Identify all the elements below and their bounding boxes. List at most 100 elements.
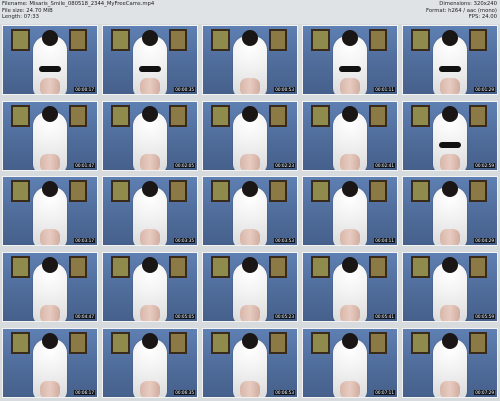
person-head (242, 257, 258, 274)
wall-picture-right (269, 180, 287, 203)
person-head (42, 30, 58, 46)
person-legs (340, 229, 360, 246)
wall-picture-left (111, 331, 130, 354)
person-head (342, 257, 358, 274)
thumbnail-timestamp: 00:05:59 (474, 314, 495, 320)
wall-picture-left (411, 104, 430, 127)
wall-picture-left (11, 29, 30, 51)
thumbnail[interactable]: 00:04:11 (302, 176, 398, 247)
thumbnail[interactable]: 00:05:05 (102, 252, 198, 323)
person-head (42, 105, 58, 122)
wall-picture-right (169, 29, 187, 51)
wall-picture-left (211, 331, 230, 354)
thumbnail[interactable]: 00:00:17 (2, 25, 98, 95)
wall-picture-left (11, 256, 30, 279)
thumbnail[interactable]: 00:01:47 (2, 100, 98, 171)
person-head (442, 332, 458, 349)
thumbnail[interactable]: 00:03:35 (102, 176, 198, 247)
underwear (439, 141, 461, 148)
wall-picture-right (269, 29, 287, 51)
wall-picture-left (311, 29, 330, 51)
person-head (242, 105, 258, 122)
thumbnail[interactable]: 00:04:47 (2, 252, 98, 323)
thumbnail[interactable]: 00:07:11 (302, 327, 398, 398)
thumbnail[interactable]: 00:03:53 (202, 176, 298, 247)
wall-picture-left (311, 104, 330, 127)
thumbnail[interactable]: 00:02:23 (202, 100, 298, 171)
person-head (42, 181, 58, 198)
wall-picture-right (69, 104, 87, 127)
person-legs (140, 78, 160, 94)
wall-picture-left (311, 256, 330, 279)
thumbnail[interactable]: 00:00:53 (202, 25, 298, 95)
wall-picture-left (411, 331, 430, 354)
person-legs (240, 153, 260, 170)
thumbnail[interactable]: 00:01:29 (402, 25, 498, 95)
wall-picture-left (211, 104, 230, 127)
person-head (342, 181, 358, 198)
wall-picture-right (469, 180, 487, 203)
thumbnail[interactable]: 00:05:59 (402, 252, 498, 323)
person-legs (240, 78, 260, 94)
person-legs (40, 78, 60, 94)
wall-picture-right (169, 256, 187, 279)
person-head (142, 30, 158, 46)
thumbnail-timestamp: 00:05:05 (174, 314, 195, 320)
thumbnail-timestamp: 00:01:47 (74, 162, 95, 168)
person-legs (440, 305, 460, 322)
thumbnail[interactable]: 00:04:29 (402, 176, 498, 247)
person-legs (440, 229, 460, 246)
thumbnail[interactable]: 00:02:59 (402, 100, 498, 171)
thumbnail-timestamp: 00:07:29 (474, 389, 495, 395)
wall-picture-right (469, 331, 487, 354)
thumbnail[interactable]: 00:02:41 (302, 100, 398, 171)
person-head (342, 105, 358, 122)
wall-picture-right (69, 256, 87, 279)
thumbnail[interactable]: 00:05:23 (202, 252, 298, 323)
person-head (242, 30, 258, 46)
wall-picture-right (369, 29, 387, 51)
person-head (142, 181, 158, 198)
underwear (139, 66, 161, 72)
thumbnail-timestamp: 00:00:35 (174, 87, 195, 92)
person-legs (340, 305, 360, 322)
thumbnail-timestamp: 00:02:05 (174, 162, 195, 168)
thumbnail[interactable]: 00:02:05 (102, 100, 198, 171)
wall-picture-left (111, 180, 130, 203)
wall-picture-right (269, 104, 287, 127)
video-metadata: Dimensions: 320x240 Format: h264 / aac (… (426, 1, 497, 21)
thumbnail[interactable]: 00:06:53 (202, 327, 298, 398)
thumbnail-grid: 00:00:17 00:00:35 00:00:53 00:01:11 00:01:29… (2, 25, 498, 398)
thumbnail-timestamp: 00:03:35 (174, 238, 195, 244)
wall-picture-left (11, 180, 30, 203)
wall-picture-right (169, 104, 187, 127)
person-head (42, 332, 58, 349)
thumbnail-timestamp: 00:03:53 (274, 238, 295, 244)
thumbnail-timestamp: 00:06:17 (74, 389, 95, 395)
person-head (142, 105, 158, 122)
thumbnail-timestamp: 00:00:53 (274, 87, 295, 92)
thumbnail[interactable]: 00:00:35 (102, 25, 198, 95)
thumbnail[interactable]: 00:03:17 (2, 176, 98, 247)
wall-picture-right (469, 256, 487, 279)
thumbnail-timestamp: 00:01:11 (374, 87, 395, 92)
wall-picture-right (269, 331, 287, 354)
wall-picture-left (211, 180, 230, 203)
wall-picture-right (369, 104, 387, 127)
thumbnail-timestamp: 00:00:17 (74, 87, 95, 92)
thumbnail-timestamp: 00:06:53 (274, 389, 295, 395)
thumbnail[interactable]: 00:05:41 (302, 252, 398, 323)
header: Filename: Misaris_Smile_080518_2344_MyFr… (0, 0, 500, 24)
thumbnail-timestamp: 00:03:17 (74, 238, 95, 244)
thumbnail[interactable]: 00:06:35 (102, 327, 198, 398)
thumbnail[interactable]: 00:01:11 (302, 25, 398, 95)
wall-picture-right (269, 256, 287, 279)
thumbnail-timestamp: 00:04:11 (374, 238, 395, 244)
person-legs (40, 153, 60, 170)
person-head (442, 30, 458, 46)
thumbnail[interactable]: 00:07:29 (402, 327, 498, 398)
person-legs (440, 380, 460, 397)
thumbnail[interactable]: 00:06:17 (2, 327, 98, 398)
thumbnail-timestamp: 00:04:29 (474, 238, 495, 244)
wall-picture-right (69, 29, 87, 51)
